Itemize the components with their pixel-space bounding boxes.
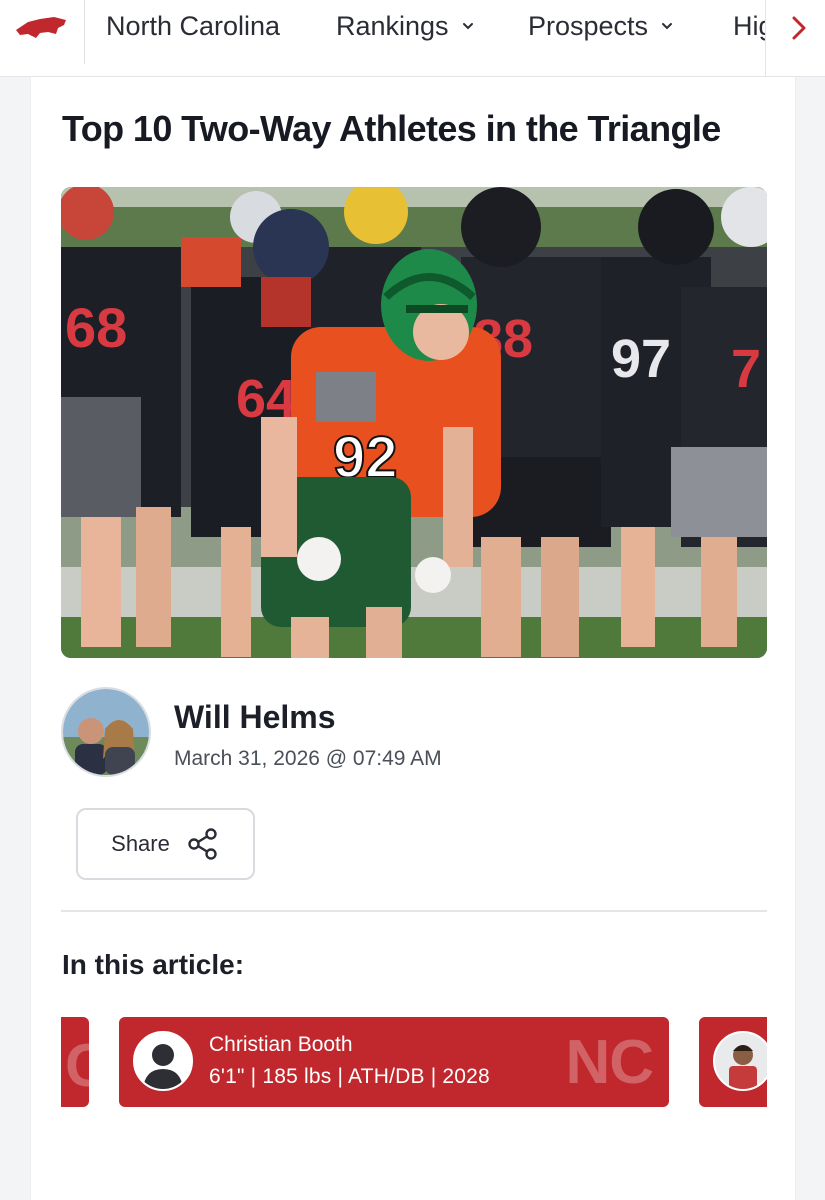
nav-item-label: North Carolina: [106, 10, 281, 41]
nav-item-north-carolina[interactable]: North Carolina: [106, 10, 280, 42]
chevron-down-icon: [462, 23, 473, 30]
nav-divider: [84, 0, 85, 64]
author-name[interactable]: Will Helms: [174, 699, 336, 736]
person-silhouette-icon: [135, 1033, 191, 1089]
author-avatar[interactable]: [61, 687, 151, 777]
player-card[interactable]: Christian Booth 6'1" | 185 lbs | ATH/DB …: [119, 1017, 669, 1107]
state-watermark: C: [65, 1032, 89, 1099]
hero-image: 68 64 88 97 7 92: [61, 187, 767, 658]
player-card-next[interactable]: [699, 1017, 767, 1107]
publish-date: March 31, 2026 @ 07:49 AM: [174, 747, 442, 770]
north-carolina-state-shape-icon[interactable]: [14, 16, 68, 40]
share-button[interactable]: Share: [76, 808, 255, 880]
chevron-right-icon[interactable]: [787, 12, 811, 44]
player-avatar: [713, 1031, 767, 1091]
in-this-article-heading: In this article:: [62, 949, 245, 980]
nav-item-prospects[interactable]: Prospects: [528, 10, 674, 42]
share-button-label: Share: [111, 831, 170, 856]
nav-item-rankings[interactable]: Rankings: [336, 10, 475, 42]
chevron-down-icon: [662, 23, 673, 30]
player-name: Christian Booth: [209, 1033, 353, 1056]
top-navigation: North Carolina Rankings Prospects Hig: [0, 0, 825, 77]
svg-text:7: 7: [731, 339, 761, 399]
football-players-photo: 68 64 88 97 7 92: [61, 187, 767, 658]
svg-text:97: 97: [611, 329, 671, 389]
author-photo: [63, 689, 149, 775]
nav-item-label: Prospects: [528, 10, 649, 41]
svg-text:68: 68: [65, 296, 127, 359]
nav-item-label: Rankings: [336, 10, 449, 41]
player-details: 6'1" | 185 lbs | ATH/DB | 2028: [209, 1065, 490, 1088]
article-title: Top 10 Two-Way Athletes in the Triangle: [62, 108, 721, 149]
player-carousel[interactable]: C Christian Booth 6'1" | 185 lbs | ATH/D…: [61, 1017, 767, 1107]
player-state-watermark: NC: [565, 1028, 654, 1097]
section-divider: [61, 910, 767, 912]
share-icon: [188, 828, 217, 860]
player-photo: [715, 1033, 767, 1089]
article-card: Top 10 Two-Way Athletes in the Triangle: [30, 77, 796, 1200]
player-card-previous[interactable]: C: [61, 1017, 89, 1107]
player-avatar-placeholder: [133, 1031, 193, 1091]
